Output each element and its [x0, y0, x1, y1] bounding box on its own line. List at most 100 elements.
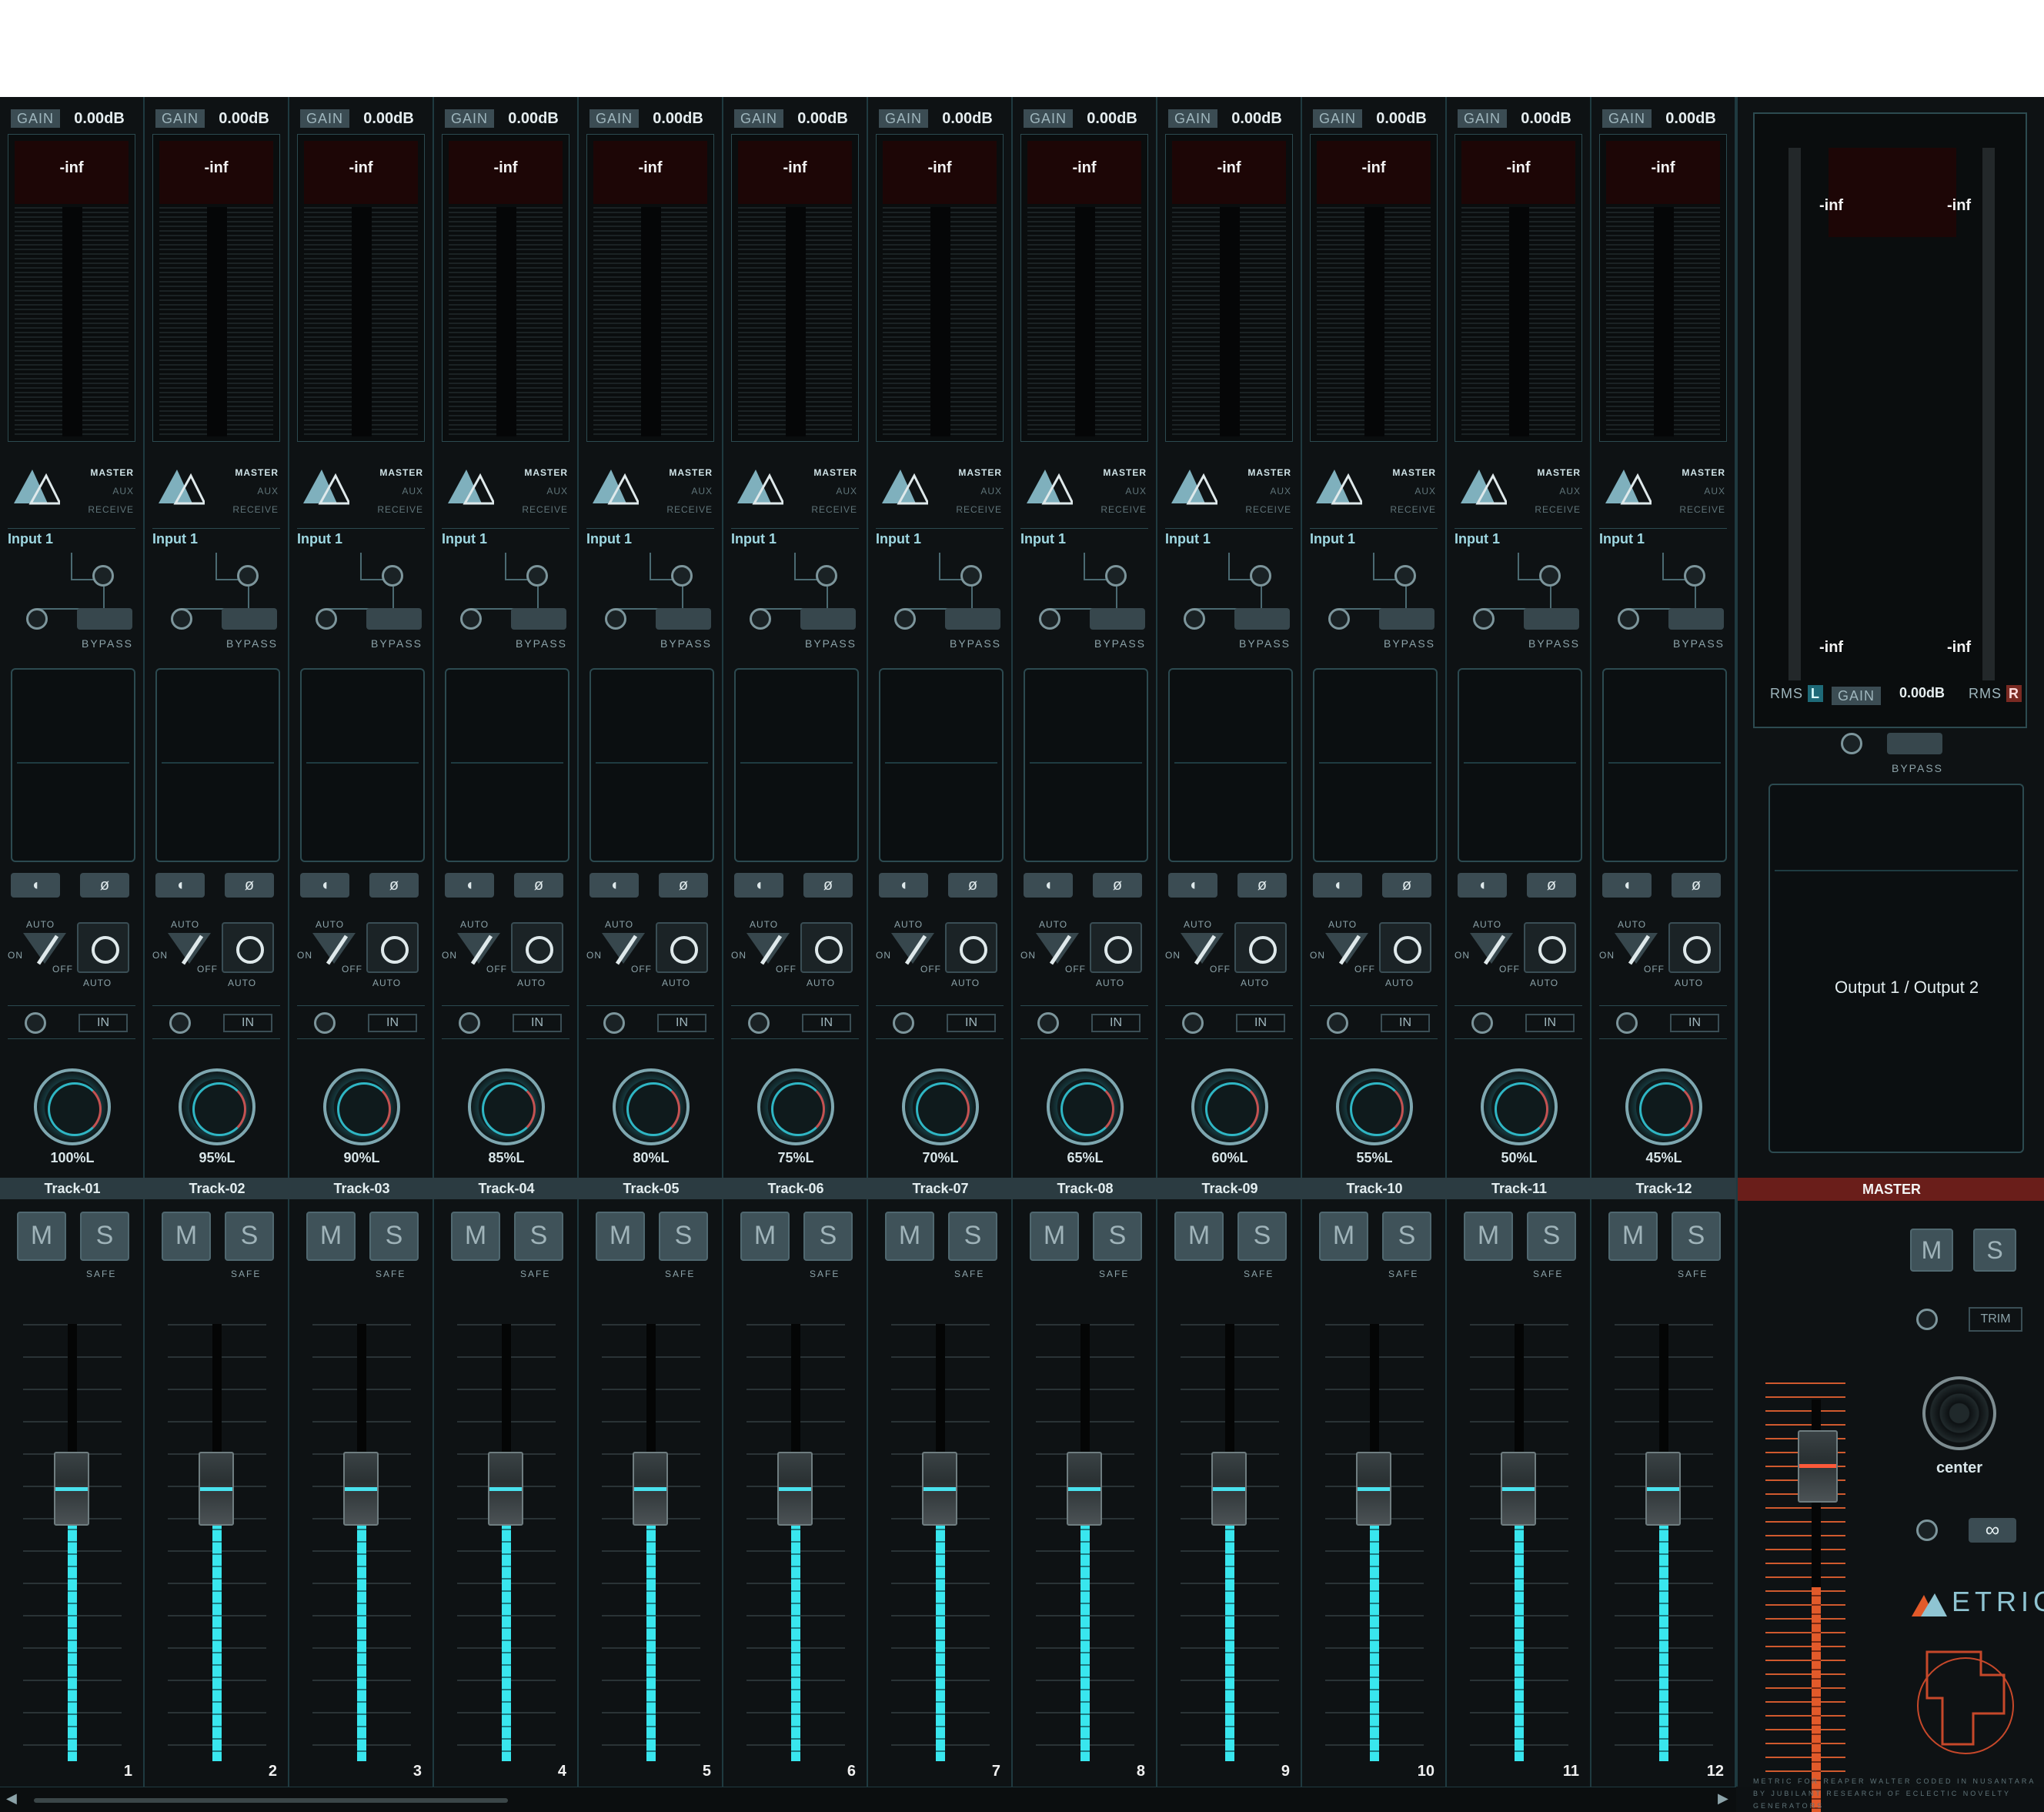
phase-invert-button[interactable]: ø: [1527, 873, 1576, 898]
gain-button[interactable]: GAIN: [1458, 109, 1507, 128]
monitor-knob[interactable]: [1037, 1012, 1059, 1034]
route-aux[interactable]: AUX: [940, 482, 1002, 500]
gain-button[interactable]: GAIN: [445, 109, 494, 128]
input-monitor-button[interactable]: IN: [78, 1014, 128, 1032]
pan-knob[interactable]: [1047, 1068, 1124, 1145]
phase-invert-button[interactable]: ø: [659, 873, 708, 898]
phase-invert-button[interactable]: ø: [803, 873, 853, 898]
route-receive[interactable]: RECEIVE: [1085, 500, 1147, 519]
automation-toggle-icon[interactable]: [891, 931, 934, 965]
track-name[interactable]: Track-11: [1447, 1178, 1591, 1199]
phase-button[interactable]: ◖: [1458, 873, 1507, 898]
route-aux[interactable]: AUX: [217, 482, 279, 500]
input-label[interactable]: Input 1: [731, 531, 777, 547]
fx-chain[interactable]: [734, 668, 859, 862]
fx-chain[interactable]: [11, 668, 135, 862]
fx-knob[interactable]: [1328, 608, 1350, 630]
record-arm-button[interactable]: [1234, 922, 1287, 973]
gain-value[interactable]: 0.00dB: [933, 109, 1002, 128]
input-monitor-button[interactable]: IN: [947, 1014, 996, 1032]
route-master[interactable]: MASTER: [217, 463, 279, 482]
phase-invert-button[interactable]: ø: [1093, 873, 1142, 898]
peak-display[interactable]: -inf: [1027, 141, 1141, 204]
input-knob[interactable]: [1539, 565, 1561, 587]
phase-button[interactable]: ◖: [1168, 873, 1217, 898]
mute-button[interactable]: M: [1464, 1212, 1513, 1261]
input-knob[interactable]: [1394, 565, 1416, 587]
fx-chain[interactable]: [155, 668, 280, 862]
monitor-knob[interactable]: [314, 1012, 336, 1034]
pan-knob[interactable]: [902, 1068, 979, 1145]
input-knob[interactable]: [671, 565, 693, 587]
phase-button[interactable]: ◖: [1024, 873, 1073, 898]
solo-button[interactable]: S: [1672, 1212, 1721, 1261]
route-master[interactable]: MASTER: [796, 463, 857, 482]
solo-button[interactable]: S: [948, 1212, 997, 1261]
input-monitor-button[interactable]: IN: [1091, 1014, 1141, 1032]
solo-button[interactable]: S: [803, 1212, 853, 1261]
input-label[interactable]: Input 1: [1455, 531, 1500, 547]
input-knob[interactable]: [816, 565, 837, 587]
monitor-knob[interactable]: [893, 1012, 914, 1034]
route-receive[interactable]: RECEIVE: [940, 500, 1002, 519]
bypass-switch[interactable]: [1234, 608, 1290, 630]
master-bypass-switch[interactable]: [1887, 733, 1942, 754]
master-solo-button[interactable]: S: [1973, 1229, 2016, 1272]
input-label[interactable]: Input 1: [1020, 531, 1066, 547]
gain-value[interactable]: 0.00dB: [788, 109, 857, 128]
bypass-switch[interactable]: [800, 608, 856, 630]
phase-button[interactable]: ◖: [734, 873, 783, 898]
pan-knob[interactable]: [1336, 1068, 1413, 1145]
solo-button[interactable]: S: [80, 1212, 129, 1261]
master-fx-chain[interactable]: [1768, 784, 2024, 1153]
phase-invert-button[interactable]: ø: [369, 873, 419, 898]
solo-button[interactable]: S: [369, 1212, 419, 1261]
scroll-left-icon[interactable]: ◀: [6, 1790, 17, 1807]
mute-button[interactable]: M: [1030, 1212, 1079, 1261]
bypass-switch[interactable]: [1090, 608, 1145, 630]
route-aux[interactable]: AUX: [506, 482, 568, 500]
automation-toggle-icon[interactable]: [1036, 931, 1079, 965]
route-master[interactable]: MASTER: [506, 463, 568, 482]
input-knob[interactable]: [1105, 565, 1127, 587]
fader-handle[interactable]: [1356, 1452, 1391, 1526]
fx-knob[interactable]: [894, 608, 916, 630]
fader-handle[interactable]: [633, 1452, 668, 1526]
input-monitor-button[interactable]: IN: [1381, 1014, 1430, 1032]
mute-button[interactable]: M: [162, 1212, 211, 1261]
peak-display[interactable]: -inf: [1461, 141, 1575, 204]
bypass-switch[interactable]: [656, 608, 711, 630]
master-fx-knob[interactable]: [1841, 733, 1862, 754]
mute-button[interactable]: M: [306, 1212, 356, 1261]
record-arm-button[interactable]: [800, 922, 853, 973]
phase-button[interactable]: ◖: [300, 873, 349, 898]
input-monitor-button[interactable]: IN: [1525, 1014, 1575, 1032]
fx-chain[interactable]: [879, 668, 1004, 862]
monitor-knob[interactable]: [1327, 1012, 1348, 1034]
fx-knob[interactable]: [1473, 608, 1495, 630]
input-label[interactable]: Input 1: [1310, 531, 1355, 547]
fx-knob[interactable]: [26, 608, 48, 630]
route-aux[interactable]: AUX: [1664, 482, 1725, 500]
input-label[interactable]: Input 1: [297, 531, 342, 547]
bypass-switch[interactable]: [945, 608, 1000, 630]
master-name[interactable]: MASTER: [1738, 1178, 2044, 1201]
fader-handle[interactable]: [922, 1452, 957, 1526]
route-master[interactable]: MASTER: [940, 463, 1002, 482]
fader-handle[interactable]: [1645, 1452, 1681, 1526]
trim-button[interactable]: TRIM: [1969, 1307, 2022, 1332]
input-knob[interactable]: [92, 565, 114, 587]
route-master[interactable]: MASTER: [1230, 463, 1291, 482]
fader-handle[interactable]: [343, 1452, 379, 1526]
bypass-switch[interactable]: [1524, 608, 1579, 630]
record-arm-button[interactable]: [656, 922, 708, 973]
fx-knob[interactable]: [460, 608, 482, 630]
monitor-knob[interactable]: [25, 1012, 46, 1034]
master-mute-button[interactable]: M: [1910, 1229, 1953, 1272]
fader-handle[interactable]: [199, 1452, 234, 1526]
gain-button[interactable]: GAIN: [300, 109, 349, 128]
record-arm-button[interactable]: [511, 922, 563, 973]
solo-button[interactable]: S: [514, 1212, 563, 1261]
fx-knob[interactable]: [1039, 608, 1060, 630]
mute-button[interactable]: M: [17, 1212, 66, 1261]
